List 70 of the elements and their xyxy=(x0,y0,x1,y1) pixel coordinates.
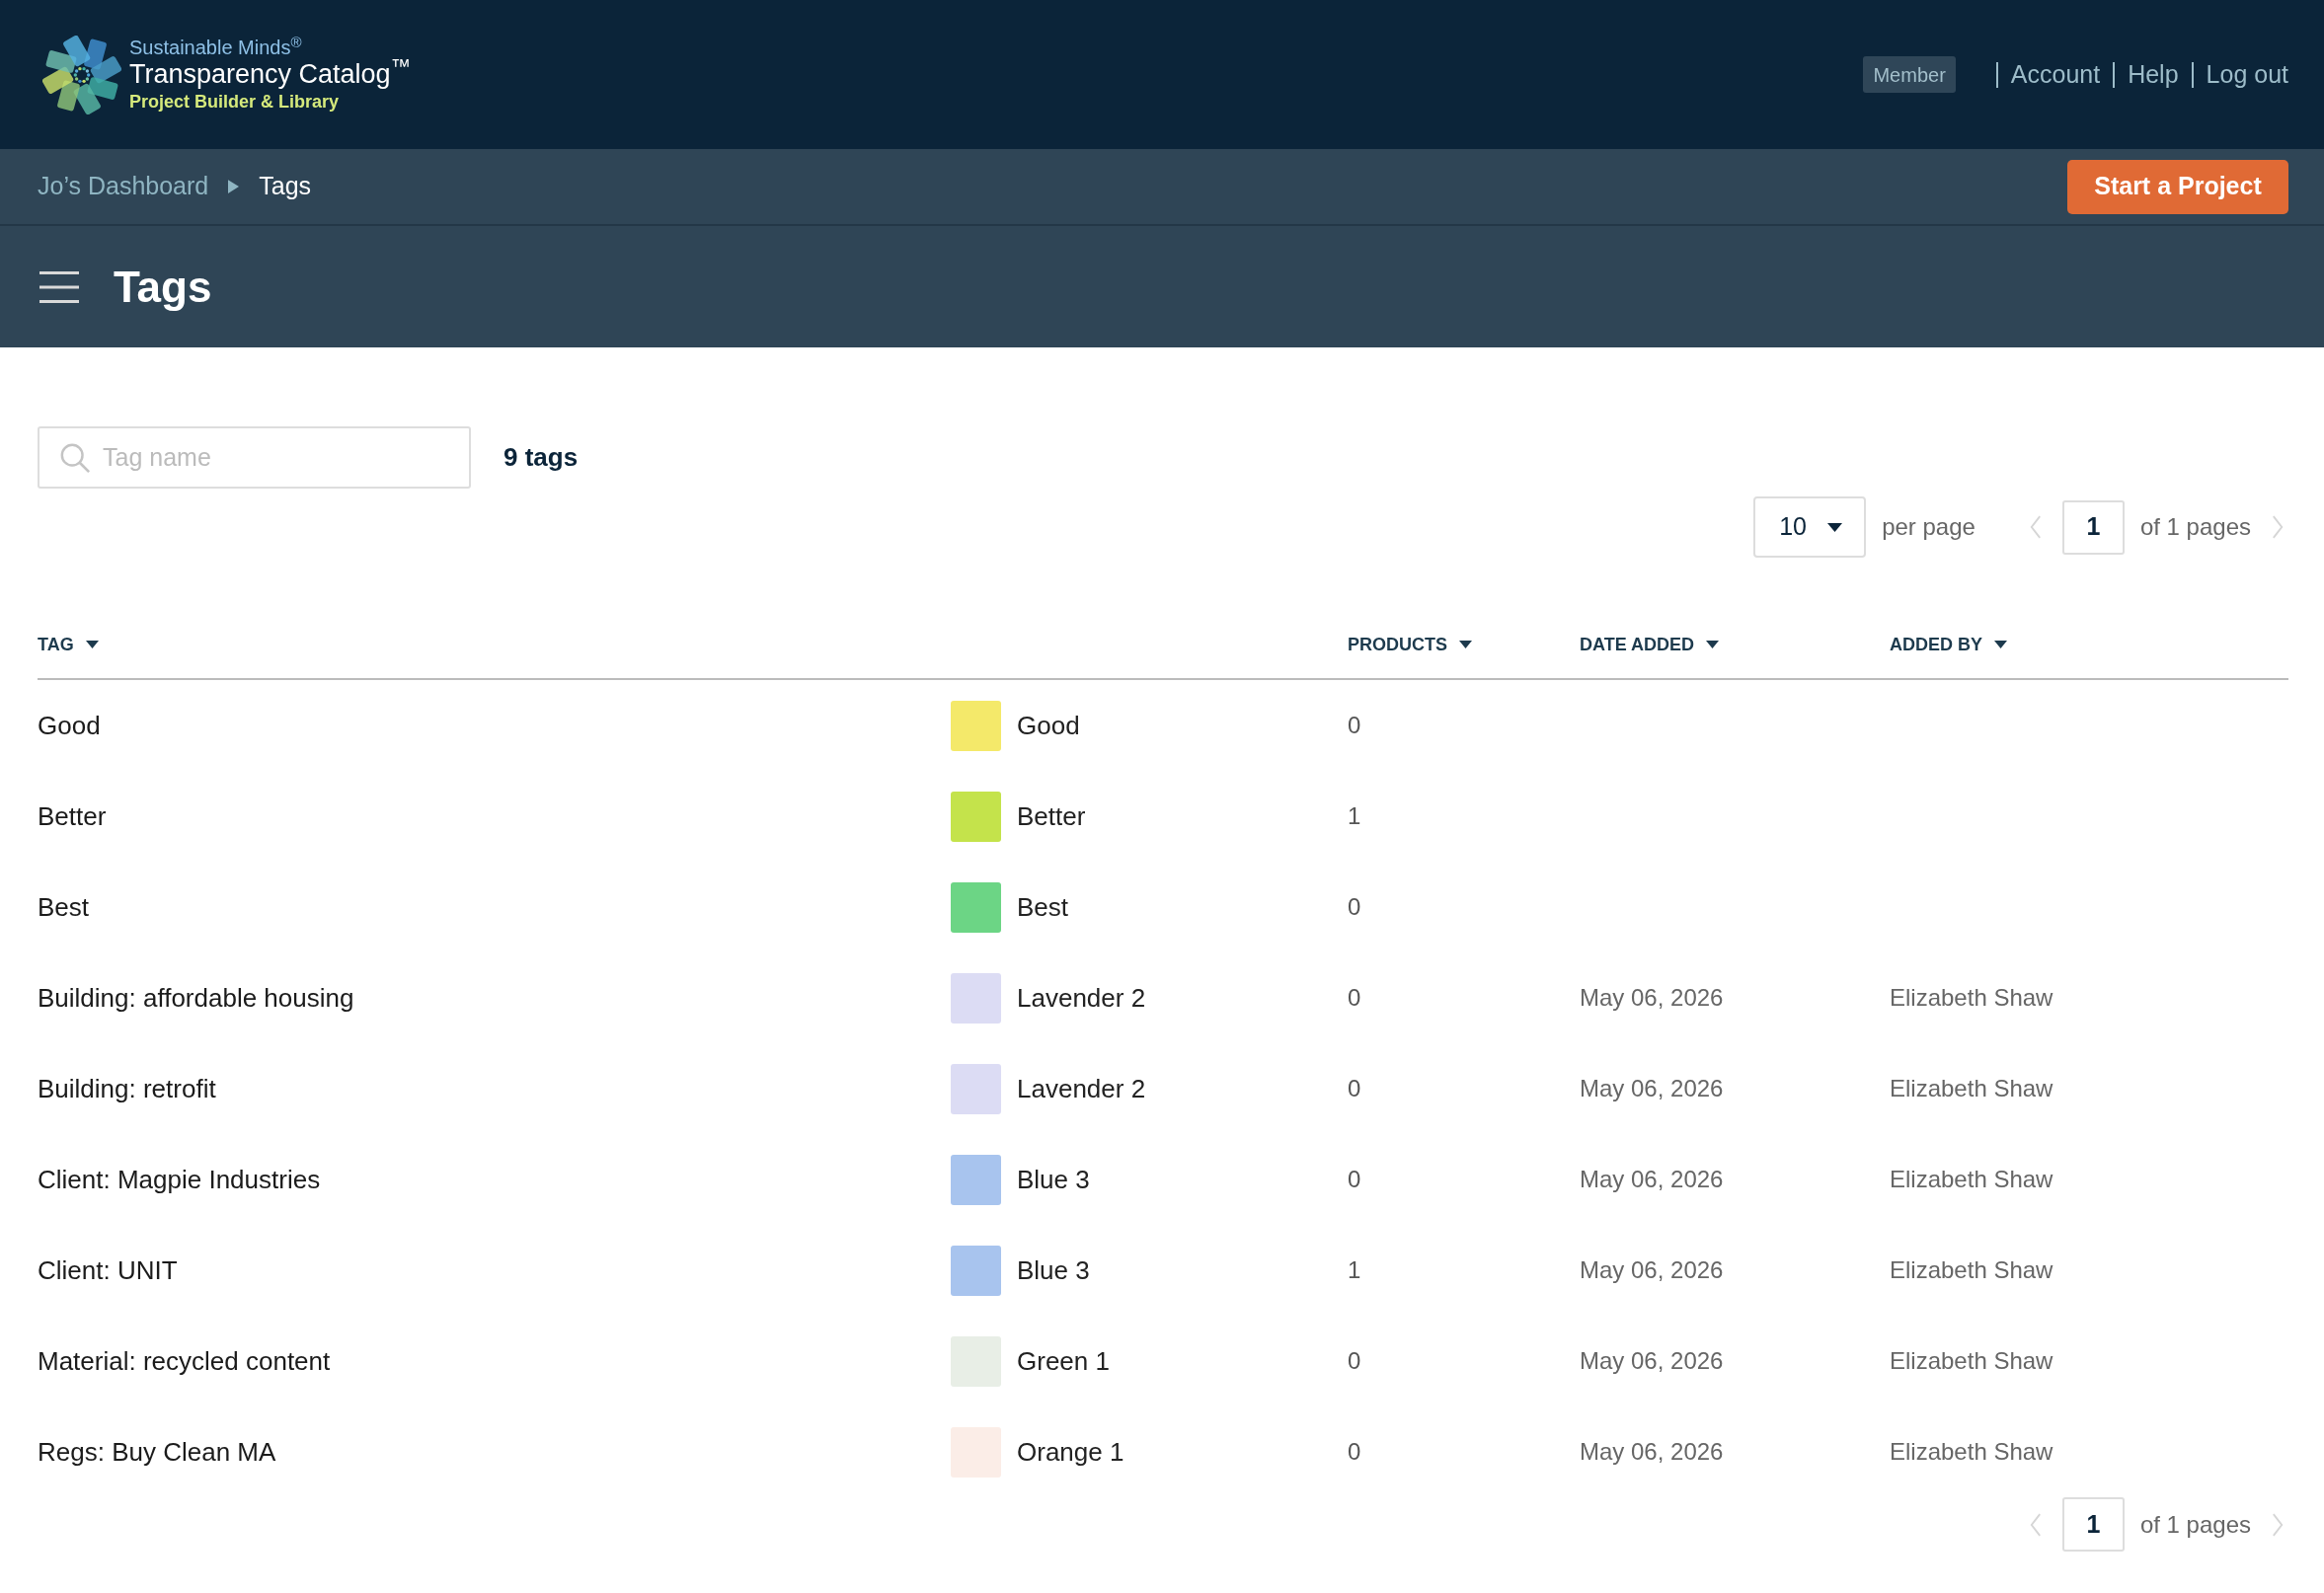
page-number-field[interactable]: 1 xyxy=(2061,499,2125,555)
product-count: 0 xyxy=(1348,892,1361,922)
added-by: Elizabeth Shaw xyxy=(1890,984,2053,1011)
sort-caret-icon xyxy=(85,641,99,648)
added-by: Elizabeth Shaw xyxy=(1890,1438,2053,1465)
logo-subtitle: Sustainable Minds$^{®}$ xyxy=(129,36,302,59)
tag-name: Material: recycled content xyxy=(38,1344,331,1378)
page-total-label: of 1 pages xyxy=(2139,512,2251,542)
tag-count: 9 tags xyxy=(504,441,579,474)
tag-name: Client: UNIT xyxy=(38,1253,178,1287)
dropdown-caret-icon xyxy=(1827,522,1843,532)
product-count: 0 xyxy=(1348,1165,1361,1194)
color-name: Good xyxy=(1017,709,1080,742)
column-header[interactable]: PRODUCTS xyxy=(1348,631,1447,658)
nav-link[interactable]: Account xyxy=(2010,55,2101,94)
date-added: May 06, 2026 xyxy=(1580,984,1724,1011)
color-name: Green 1 xyxy=(1017,1344,1110,1378)
logo-title: Transparency Catalog$^{™}$ xyxy=(129,59,411,90)
date-added: May 06, 2026 xyxy=(1580,1347,1724,1374)
column-header[interactable]: DATE ADDED xyxy=(1580,631,1694,658)
sort-caret-icon xyxy=(1706,641,1719,648)
breadcrumb-arrow-icon xyxy=(228,180,240,193)
tag-name: Better xyxy=(38,799,107,833)
color-name: Blue 3 xyxy=(1017,1163,1090,1196)
added-by: Elizabeth Shaw xyxy=(1890,1347,2053,1374)
color-name: Best xyxy=(1017,890,1069,924)
tag-name: Building: affordable housing xyxy=(38,981,354,1015)
product-count: 1 xyxy=(1348,1255,1361,1285)
date-added: May 06, 2026 xyxy=(1580,1075,1724,1101)
product-count: 0 xyxy=(1348,711,1361,740)
product-count: 0 xyxy=(1348,1346,1361,1376)
added-by: Elizabeth Shaw xyxy=(1890,1166,2053,1192)
sort-caret-icon xyxy=(1994,641,2007,648)
added-by: Elizabeth Shaw xyxy=(1890,1075,2053,1101)
menu-icon[interactable] xyxy=(39,269,79,304)
color-name: Lavender 2 xyxy=(1017,1072,1146,1105)
tag-name: Building: retrofit xyxy=(38,1072,216,1105)
breadcrumb-link[interactable]: Jo’s Dashboard xyxy=(38,168,209,205)
page-title: Tags xyxy=(114,261,212,313)
page-number-field[interactable]: 1 xyxy=(2061,1497,2125,1552)
column-header[interactable]: TAG xyxy=(38,631,74,658)
breadcrumb-current-page: Tags xyxy=(259,171,312,202)
pinwheel-logo-icon xyxy=(42,35,121,114)
product-count: 0 xyxy=(1348,983,1361,1013)
product-count: 1 xyxy=(1348,801,1361,831)
date-added: May 06, 2026 xyxy=(1580,1256,1724,1283)
logo-tagline: Project Builder & Library xyxy=(129,91,340,114)
color-name: Lavender 2 xyxy=(1017,981,1146,1015)
tag-name: Client: Magpie Industries xyxy=(38,1163,321,1196)
tag-name: Regs: Buy Clean MA xyxy=(38,1435,276,1469)
per-page-select[interactable]: 10 xyxy=(1753,496,1867,558)
per-page-label: per page xyxy=(1882,512,1975,542)
search-field[interactable]: Tag name xyxy=(38,426,471,489)
member-badge: Member xyxy=(1863,56,1956,93)
date-added: May 06, 2026 xyxy=(1580,1438,1724,1465)
sort-caret-icon xyxy=(1459,641,1472,648)
color-name: Blue 3 xyxy=(1017,1253,1090,1287)
nav-link[interactable]: Log out xyxy=(2206,55,2288,94)
date-added: May 06, 2026 xyxy=(1580,1166,1724,1192)
column-header[interactable]: ADDED BY xyxy=(1890,631,1982,658)
tag-name: Good xyxy=(38,709,101,742)
product-count: 0 xyxy=(1348,1074,1361,1103)
color-name: Better xyxy=(1017,799,1086,833)
added-by: Elizabeth Shaw xyxy=(1890,1256,2053,1283)
nav-link[interactable]: Help xyxy=(2128,55,2179,94)
page-total-label: of 1 pages xyxy=(2139,1509,2251,1540)
product-count: 0 xyxy=(1348,1437,1361,1467)
tag-name: Best xyxy=(38,890,90,924)
search-icon xyxy=(59,442,91,474)
color-name: Orange 1 xyxy=(1017,1435,1124,1469)
